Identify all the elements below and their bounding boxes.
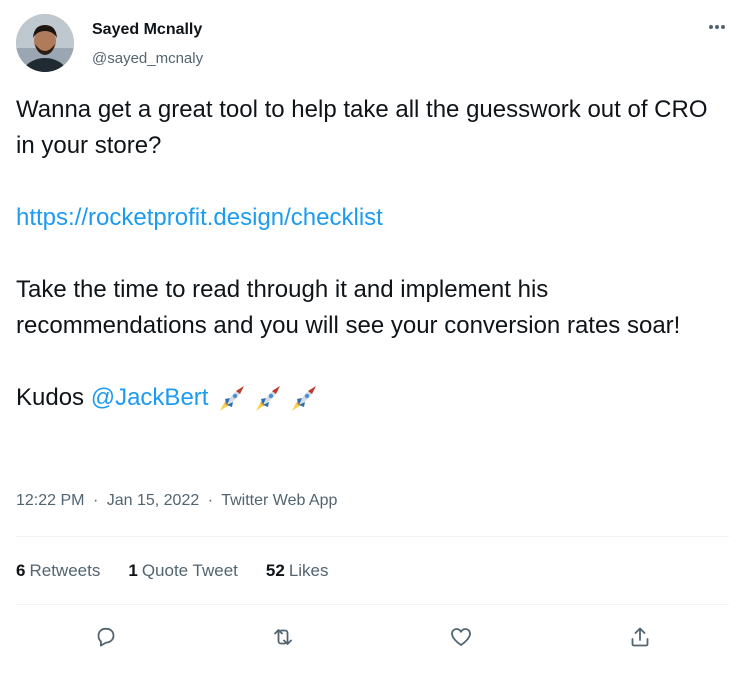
tweet-source[interactable]: Twitter Web App [221, 492, 337, 509]
tweet-action-bar [0, 620, 745, 654]
mention-link[interactable]: @JackBert [91, 384, 209, 411]
retweets-label: Retweets [29, 561, 101, 580]
retweet-icon [274, 629, 292, 645]
rocket-emoji-icon [220, 386, 245, 412]
retweets-count: 6 [16, 561, 26, 580]
like-button[interactable] [444, 620, 478, 654]
tweet-text: Wanna get a great tool to help take all … [16, 92, 716, 417]
user-handle[interactable]: @sayed_mcnaly [92, 50, 203, 67]
rocket-emoji-icon [292, 386, 317, 412]
meta-separator: · [92, 492, 99, 509]
tweet-link[interactable]: https://rocketprofit.design/checklist [16, 204, 383, 231]
heart-icon [451, 628, 471, 646]
reply-button[interactable] [88, 620, 122, 654]
share-icon [631, 627, 649, 647]
likes-label: Likes [288, 561, 329, 580]
tweet-date[interactable]: Jan 15, 2022 [107, 492, 200, 509]
meta-separator: · [207, 492, 214, 509]
tweet-time[interactable]: 12:22 PM [16, 492, 84, 509]
tweet-stats: 6 Retweets 1 Quote Tweet 52 Likes [16, 561, 357, 581]
reply-icon [97, 627, 115, 647]
retweet-button[interactable] [266, 620, 300, 654]
quote-tweets-label: Quote Tweet [141, 561, 238, 580]
divider [16, 604, 729, 605]
quote-tweets-stat[interactable]: 1 Quote Tweet [128, 561, 238, 581]
tweet-kudos-line: Kudos @JackBert [16, 380, 716, 417]
share-button[interactable] [623, 620, 657, 654]
user-display-name[interactable]: Sayed Mcnally [92, 21, 202, 39]
likes-count: 52 [265, 561, 285, 580]
more-options-button[interactable] [702, 16, 732, 40]
kudos-text: Kudos [16, 384, 91, 411]
rocket-emoji-icon [256, 386, 281, 412]
divider [16, 536, 729, 537]
tweet-line-1: Wanna get a great tool to help take all … [16, 96, 708, 159]
more-icon [709, 25, 725, 29]
quote-tweets-count: 1 [128, 561, 138, 580]
tweet-line-2: Take the time to read through it and imp… [16, 276, 681, 339]
retweets-stat[interactable]: 6 Retweets [16, 561, 100, 581]
tweet-meta: 12:22 PM · Jan 15, 2022 · Twitter Web Ap… [16, 492, 337, 510]
likes-stat[interactable]: 52 Likes [266, 561, 329, 581]
avatar[interactable] [16, 14, 74, 72]
rocket-emojis [214, 381, 322, 417]
